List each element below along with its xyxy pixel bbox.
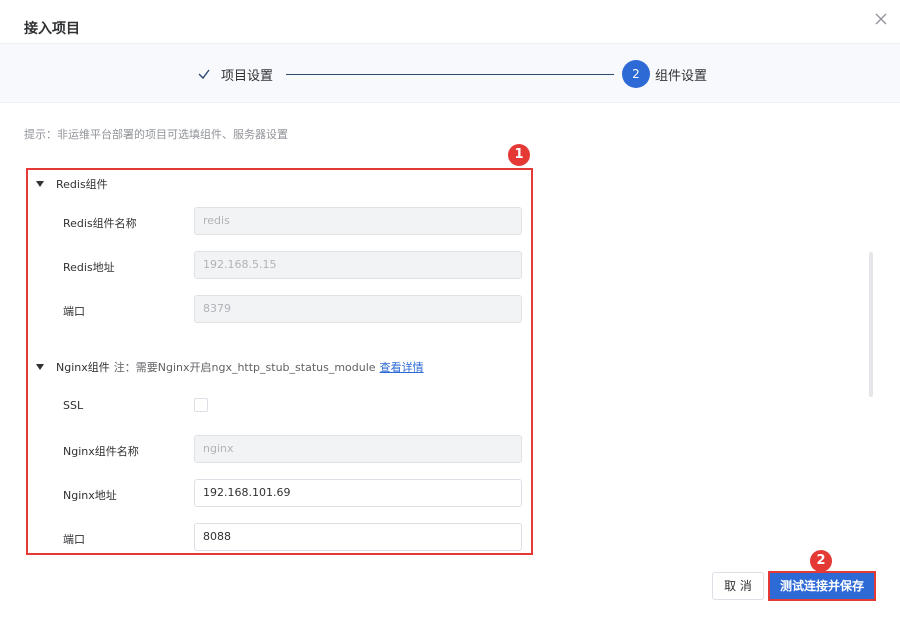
check-icon — [198, 69, 210, 80]
redis-name-label: Redis组件名称 — [63, 217, 137, 230]
redis-section-header[interactable]: Redis组件 — [36, 176, 108, 192]
dialog: 接入项目 项目设置 2 组件设置 提示：非运维平台部署的项目可选填组件、服务器设… — [0, 0, 900, 622]
nginx-section-header[interactable]: Nginx组件 注：需要Nginx开启ngx_http_stub_status_… — [36, 359, 424, 375]
nginx-port-label: 端口 — [63, 533, 85, 546]
dialog-title: 接入项目 — [24, 21, 80, 37]
redis-address-field[interactable]: 192.168.5.15 — [194, 251, 522, 279]
redis-section-title: Redis组件 — [56, 178, 108, 191]
nginx-address-label: Nginx地址 — [63, 489, 117, 502]
annotation-marker-2: 2 — [810, 550, 832, 572]
nginx-address-field[interactable]: 192.168.101.69 — [194, 479, 522, 507]
redis-name-field[interactable]: redis — [194, 207, 522, 235]
nginx-section-title: Nginx组件 — [56, 361, 110, 374]
ssl-checkbox[interactable] — [194, 398, 208, 412]
tip-text: 提示：非运维平台部署的项目可选填组件、服务器设置 — [24, 128, 288, 141]
close-icon[interactable] — [872, 10, 890, 28]
ssl-label: SSL — [63, 399, 84, 412]
nginx-note: 注：需要Nginx开启ngx_http_stub_status_module — [113, 361, 376, 374]
step-project-settings: 项目设置 — [221, 69, 274, 84]
collapse-triangle-icon[interactable] — [36, 181, 44, 187]
redis-port-field[interactable]: 8379 — [194, 295, 522, 323]
cancel-button[interactable]: 取 消 — [712, 572, 764, 600]
redis-address-label: Redis地址 — [63, 261, 115, 274]
collapse-triangle-icon[interactable] — [36, 364, 44, 370]
nginx-port-field[interactable]: 8088 — [194, 523, 522, 551]
nginx-name-field[interactable]: nginx — [194, 435, 522, 463]
annotation-marker-1: 1 — [508, 144, 530, 166]
nginx-name-label: Nginx组件名称 — [63, 445, 139, 458]
view-details-link[interactable]: 查看详情 — [380, 359, 424, 375]
steps-bar: 项目设置 2 组件设置 — [0, 43, 900, 103]
step-connector — [286, 74, 614, 75]
redis-port-label: 端口 — [63, 305, 85, 318]
scrollbar-thumb[interactable] — [869, 252, 873, 397]
test-and-save-button[interactable]: 测试连接并保存 — [768, 571, 876, 601]
step-number: 2 — [622, 60, 650, 88]
step-component-settings: 组件设置 — [655, 69, 708, 84]
